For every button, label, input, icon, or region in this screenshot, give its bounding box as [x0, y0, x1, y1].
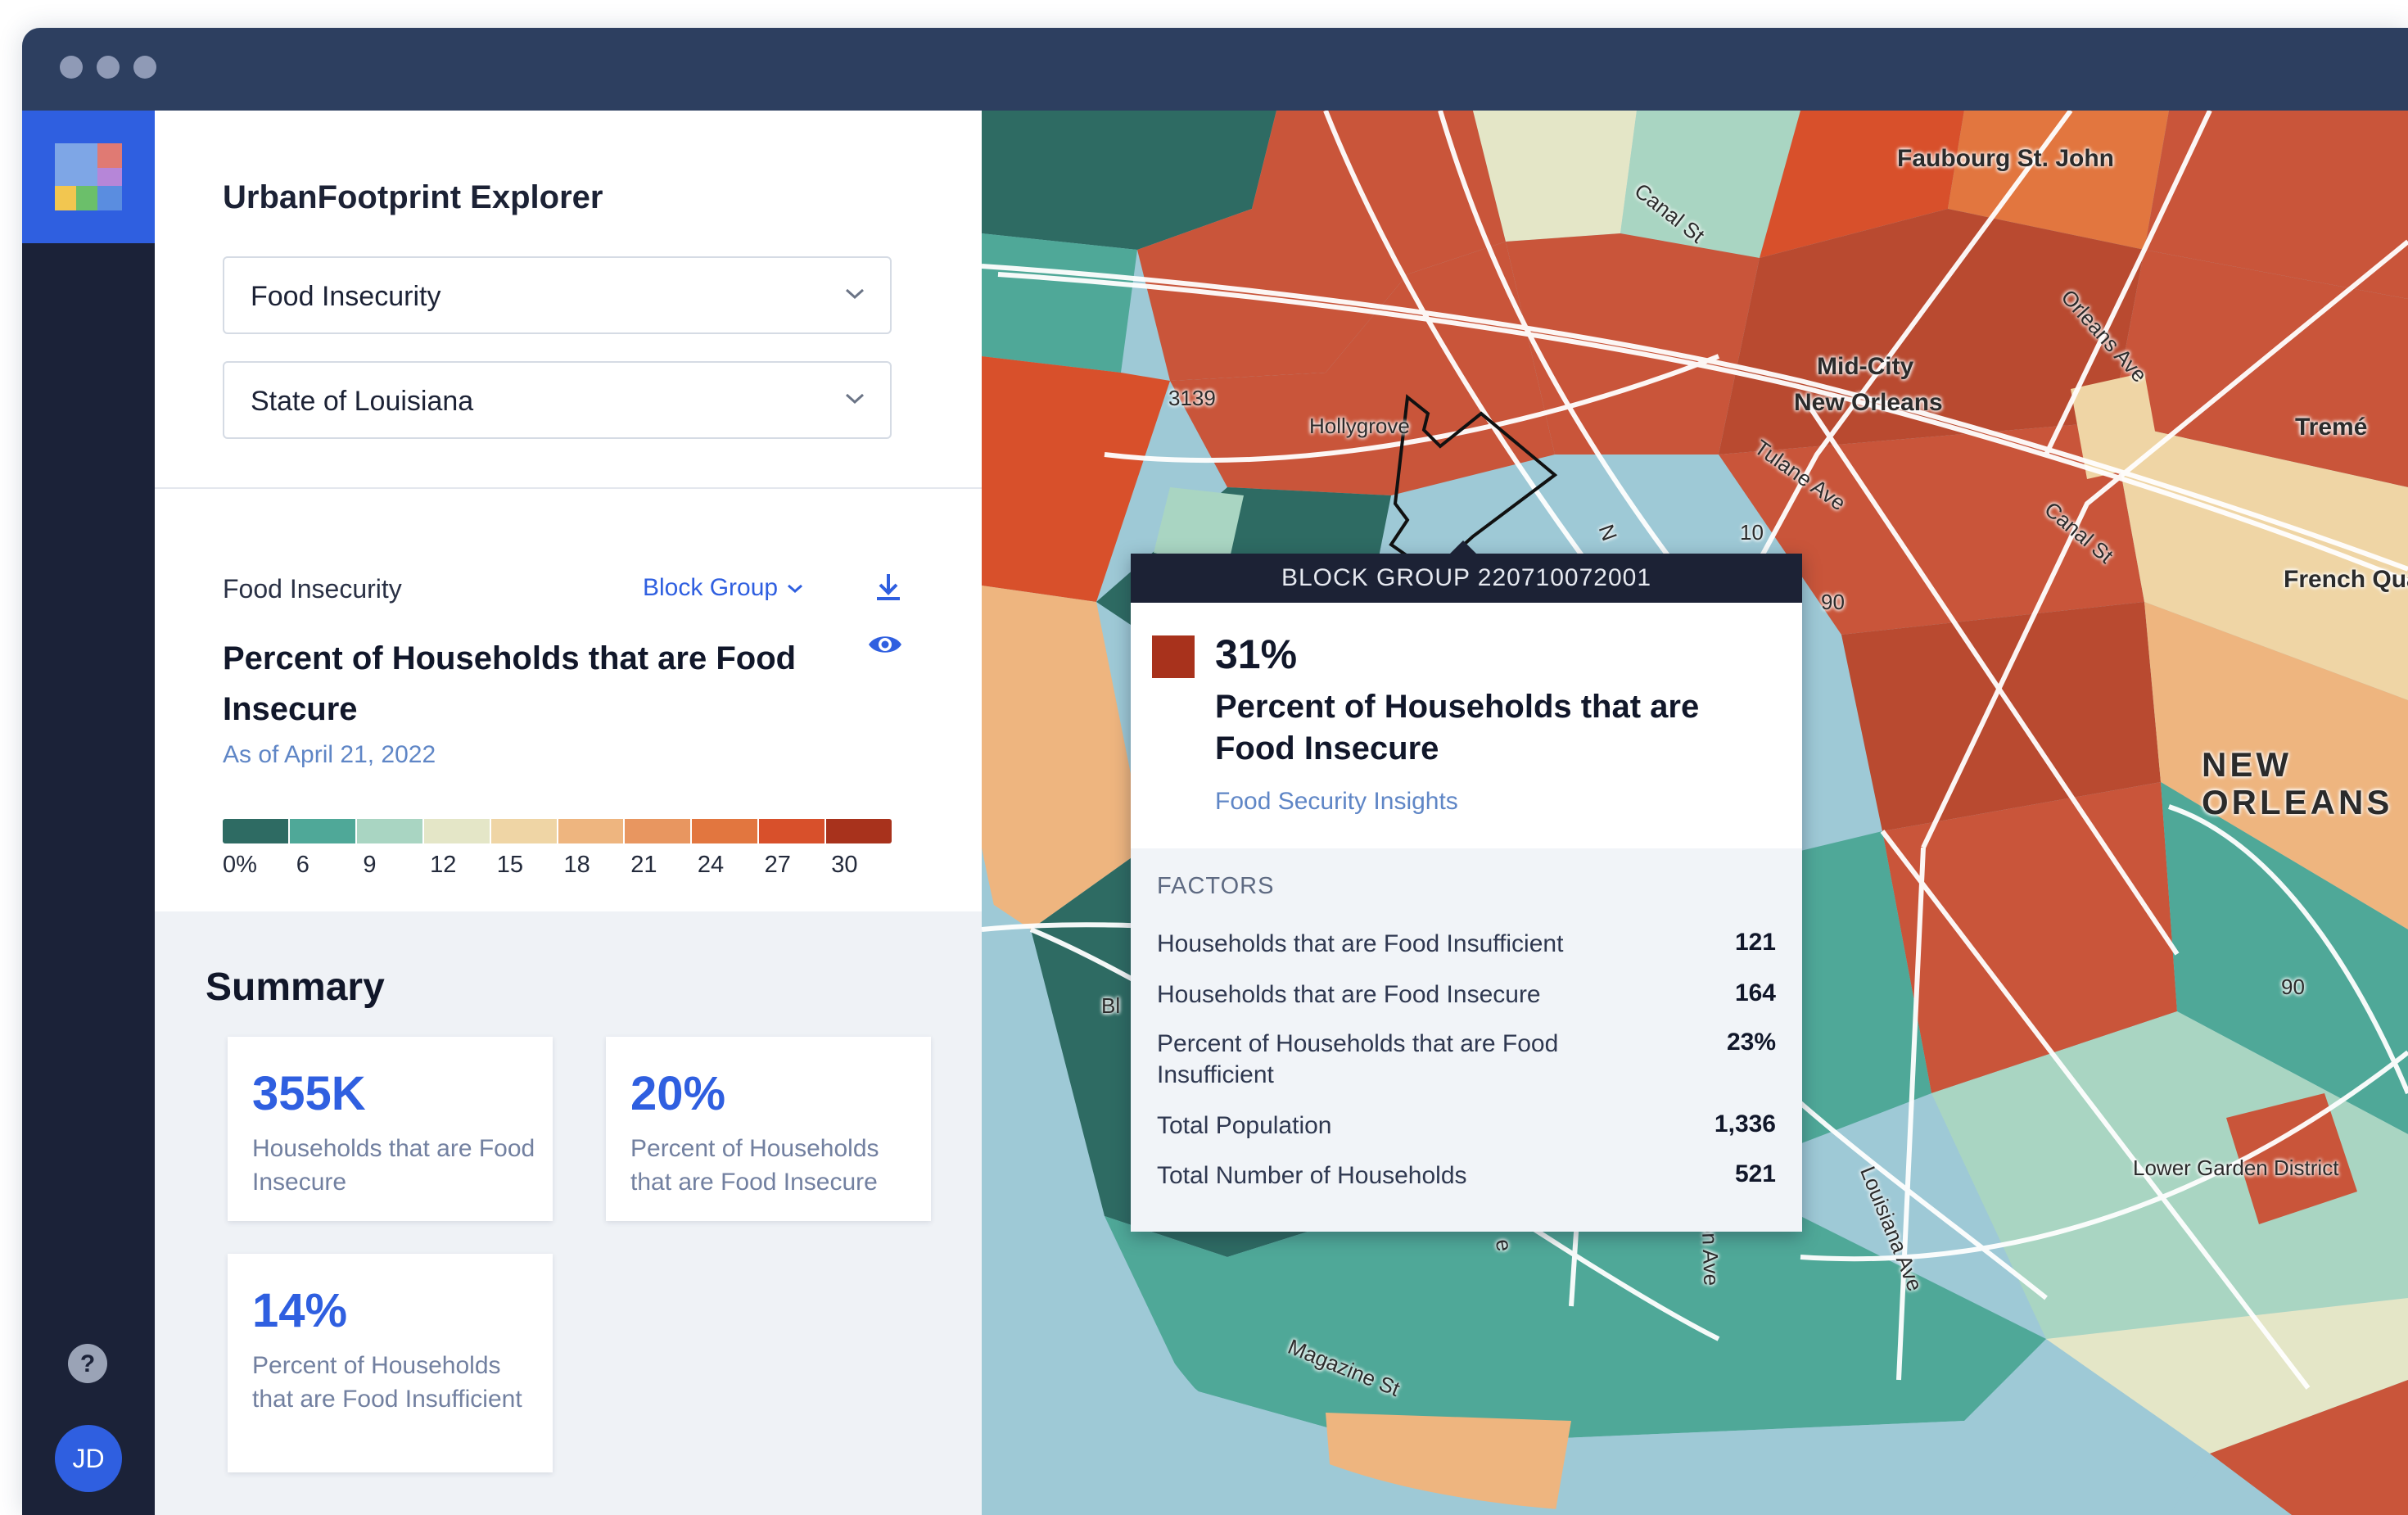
summary-card-value: 355K: [252, 1067, 366, 1120]
app-window: ? JD UrbanFootprint Explorer Food Insecu…: [22, 28, 2408, 1515]
map-label: 90: [2281, 975, 2305, 999]
map-label: Faubourg St. John: [1897, 145, 2114, 172]
tooltip-header: BLOCK GROUP 220710072001: [1131, 554, 1802, 603]
summary-card-value: 20%: [630, 1067, 726, 1120]
factor-label: Total Number of Households: [1157, 1162, 1467, 1189]
factor-label: Households that are Food Insufficient: [1157, 930, 1564, 957]
geography-select[interactable]: Block Group: [643, 574, 804, 602]
legend-swatch: [356, 819, 422, 843]
download-icon[interactable]: [874, 571, 903, 604]
legend-swatch: [625, 819, 691, 843]
map-label: Hollygrove: [1309, 414, 1410, 438]
chevron-down-icon: [845, 393, 865, 405]
summary-card-label: Percent of Households that are Food Insu…: [252, 1352, 522, 1413]
window-titlebar: [22, 28, 2408, 111]
map-label: Tremé: [2295, 414, 2368, 441]
summary-card-label: Percent of Households that are Food Inse…: [630, 1135, 879, 1196]
tooltip-factors: FACTORS Households that are Food Insuffi…: [1131, 848, 1802, 1232]
summary-card-label: Households that are Food Insecure: [252, 1135, 535, 1196]
tooltip-value: 31%: [1215, 631, 1298, 677]
legend-tick-label: 15: [496, 852, 524, 878]
region-select-value: State of Louisiana: [251, 386, 474, 417]
map-label: Bl: [1101, 993, 1121, 1018]
legend-swatch: [423, 819, 490, 843]
factor-label: Households that are Food Insecure: [1157, 981, 1541, 1008]
layer-name: Food Insecurity: [223, 574, 402, 604]
geography-select-label: Block Group: [643, 574, 779, 601]
map-label: 10: [1740, 520, 1764, 545]
app-title: UrbanFootprint Explorer: [223, 179, 603, 215]
user-avatar[interactable]: JD: [55, 1425, 122, 1492]
panel-divider: [155, 487, 982, 489]
legend-swatch: [289, 819, 355, 843]
factor-label: Percent of Households that are Food Insu…: [1157, 1030, 1559, 1088]
logo-icon: [55, 143, 122, 210]
summary-card: 14% Percent of Households that are Food …: [228, 1254, 553, 1472]
factor-value: 1,336: [1714, 1110, 1776, 1137]
chevron-down-icon: [788, 584, 803, 594]
metric-title: Percent of Households that are Food Inse…: [223, 640, 797, 727]
factor-label: Total Population: [1157, 1112, 1332, 1139]
block-group-tooltip: BLOCK GROUP 220710072001 31% Percent of …: [1131, 540, 1802, 1232]
legend-tick-label: 12: [430, 852, 457, 878]
summary-card: 20% Percent of Households that are Food …: [606, 1037, 931, 1221]
factor-value: 121: [1734, 929, 1776, 956]
window-minimize-button[interactable]: [97, 56, 120, 79]
summary-heading: Summary: [206, 966, 385, 1009]
help-icon[interactable]: ?: [67, 1343, 108, 1384]
map-label: French Quar: [2284, 566, 2408, 593]
map-label: NEW: [2202, 745, 2292, 784]
factors-heading: FACTORS: [1157, 873, 1275, 899]
legend-swatch: [759, 819, 825, 843]
map-label: Mid-City: [1817, 353, 1914, 380]
factor-value: 164: [1734, 979, 1776, 1006]
legend-tick-label: 0%: [223, 852, 257, 878]
legend-tick-label: 18: [563, 852, 590, 878]
chevron-down-icon: [845, 288, 865, 300]
legend-swatch: [490, 819, 557, 843]
legend-swatch: [223, 819, 288, 843]
map-label: 90: [1821, 590, 1845, 614]
legend-tick-label: 30: [831, 852, 858, 878]
map-label: Lower Garden District: [2133, 1155, 2339, 1180]
svg-text:?: ?: [80, 1350, 95, 1377]
dataset-select-value: Food Insecurity: [251, 281, 441, 312]
region-select[interactable]: State of Louisiana: [223, 361, 892, 439]
legend-tick-label: 27: [764, 852, 791, 878]
legend-tick-label: 9: [363, 852, 377, 878]
factor-value: 521: [1734, 1160, 1776, 1187]
legend-tick-label: 21: [630, 852, 657, 878]
legend-tick-label: 6: [296, 852, 309, 878]
dataset-select[interactable]: Food Insecurity: [223, 256, 892, 334]
window-maximize-button[interactable]: [133, 56, 156, 79]
eye-icon[interactable]: [867, 632, 903, 657]
map-label: ORLEANS: [2202, 783, 2393, 821]
logo-tile[interactable]: [22, 111, 155, 243]
legend-color-ramp: [223, 819, 892, 843]
legend-swatch: [558, 819, 624, 843]
nav-rail: ? JD: [22, 111, 155, 1515]
summary-card: 355K Households that are Food Insecure: [228, 1037, 553, 1221]
legend-swatch: [826, 819, 892, 843]
window-close-button[interactable]: [60, 56, 83, 79]
tooltip-source: Food Security Insights: [1215, 788, 1458, 815]
map-label: New Orleans: [1794, 389, 1943, 416]
map-label: 3139: [1168, 386, 1216, 410]
factor-value: 23%: [1726, 1029, 1776, 1056]
as-of-date: As of April 21, 2022: [223, 741, 436, 768]
side-panel: UrbanFootprint Explorer Food Insecurity …: [155, 111, 982, 1515]
tooltip-color-swatch: [1152, 635, 1195, 678]
legend-swatch: [692, 819, 758, 843]
tooltip-metric: Percent of Households that are Food Inse…: [1215, 689, 1700, 767]
legend-tick-label: 24: [697, 852, 725, 878]
summary-card-value: 14%: [252, 1284, 348, 1337]
